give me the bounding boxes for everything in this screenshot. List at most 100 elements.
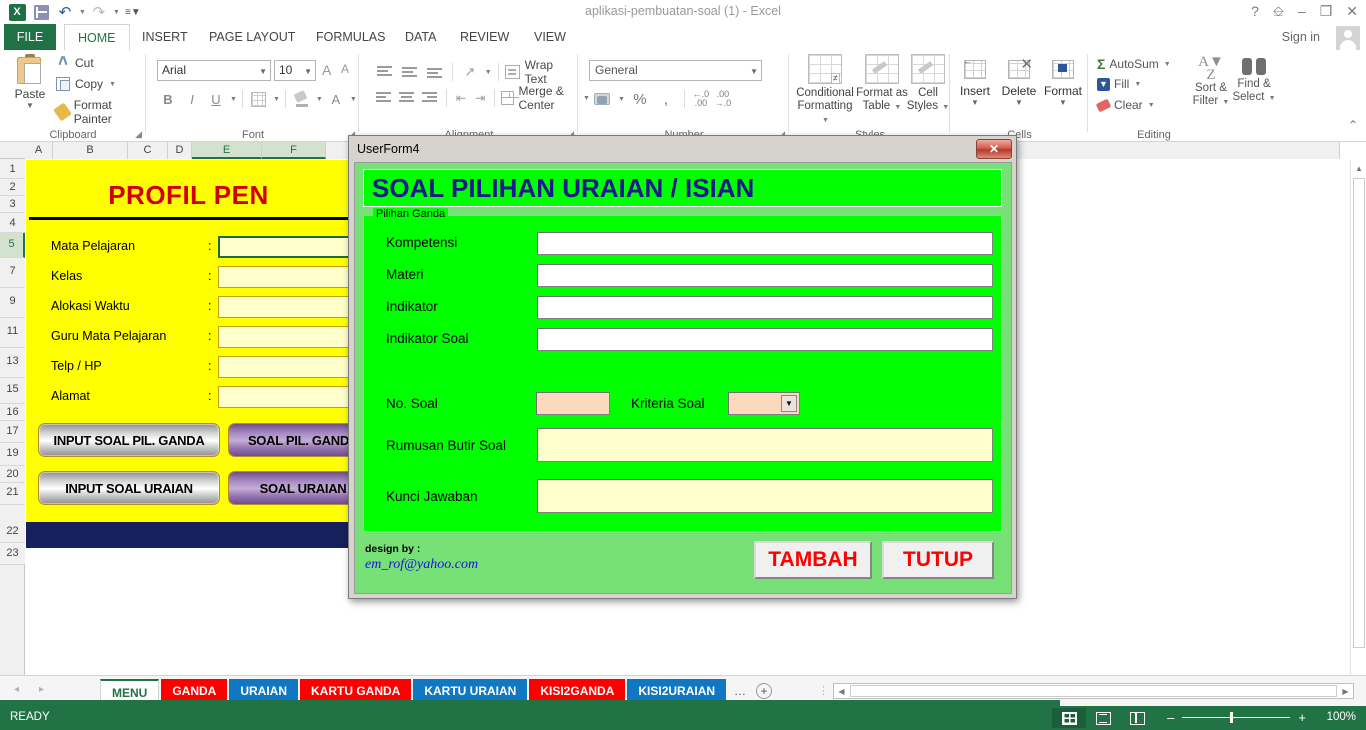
find-select-button[interactable]: Find & Select ▼ [1232,56,1276,105]
format-as-table-button[interactable]: Format as Table ▼ [856,54,908,114]
italic-button[interactable]: I [181,88,203,110]
number-format-select[interactable]: General ▼ [589,60,762,81]
page-break-view-icon[interactable] [1120,708,1154,728]
font-name-dropdown-icon[interactable]: ▼ [259,67,267,76]
number-format-dropdown-icon[interactable]: ▼ [750,67,758,76]
comma-style-button[interactable]: , [655,88,677,110]
increase-decimal-icon[interactable]: ←.0.00 [692,90,710,108]
row-header-16[interactable]: 16 [0,404,25,421]
dialog-close-button[interactable]: ✕ [976,139,1012,159]
chevron-down-icon[interactable]: ▼ [781,395,797,412]
format-painter-button[interactable]: Format Painter [53,98,146,126]
align-top-icon[interactable] [374,61,396,83]
vertical-scroll-thumb[interactable] [1353,178,1365,648]
row-header-22[interactable]: 22 [0,505,25,543]
underline-button[interactable]: U [205,88,227,110]
fill-dropdown-icon[interactable]: ▼ [1134,81,1141,88]
format-dropdown-icon[interactable]: ▼ [1041,98,1085,107]
underline-dropdown-icon[interactable]: ▼ [230,96,237,103]
paste-button[interactable]: Paste ▼ [8,54,52,110]
input-kelas[interactable] [218,266,351,288]
tambah-button[interactable]: TAMBAH [754,541,872,579]
vertical-scrollbar[interactable]: ▲ [1350,160,1366,675]
input-indikator[interactable] [537,296,993,319]
borders-dropdown-icon[interactable]: ▼ [273,96,280,103]
decrease-decimal-icon[interactable]: .00 →.0 [714,90,732,108]
cut-button[interactable]: Cut [56,56,94,70]
scroll-up-icon[interactable]: ▲ [1351,160,1366,176]
row-header-19[interactable]: 19 [0,443,25,466]
add-sheet-icon[interactable]: + [756,683,773,699]
paste-dropdown-icon[interactable]: ▼ [8,101,52,110]
input-kunci-jawaban[interactable] [537,479,993,513]
row-header-5[interactable]: 5 [0,233,25,258]
increase-indent-icon[interactable]: ⇥ [472,87,488,109]
row-header-11[interactable]: 11 [0,318,25,348]
zoom-slider-thumb[interactable] [1230,712,1234,723]
column-header-b[interactable]: B [53,142,128,159]
tab-data[interactable]: DATA [392,24,449,50]
column-header-a[interactable]: A [25,142,53,159]
autosum-dropdown-icon[interactable]: ▼ [1164,61,1171,68]
row-header-15[interactable]: 15 [0,378,25,404]
input-no-soal[interactable] [536,392,610,415]
row-header-7[interactable]: 7 [0,258,25,288]
button-input-soal-pil-ganda[interactable]: INPUT SOAL PIL. GANDA [38,423,220,457]
column-header-f[interactable]: F [262,142,326,159]
row-header-17[interactable]: 17 [0,421,25,443]
prev-sheet-icon[interactable]: ◂ [14,684,19,695]
fill-button[interactable]: ▼ Fill ▼ [1097,77,1141,91]
input-mata-pelajaran[interactable] [218,236,351,258]
tab-insert[interactable]: INSERT [129,24,201,50]
sort-filter-button[interactable]: A▼ Z Sort & Filter ▼ [1191,55,1231,109]
row-header-2[interactable]: 2 [0,179,25,196]
input-materi[interactable] [537,264,993,287]
zoom-out-button[interactable]: – [1167,710,1174,725]
scroll-left-icon[interactable]: ◀ [834,684,849,698]
restore-icon[interactable]: ❐ [1320,2,1333,20]
insert-cells-button[interactable]: ← Insert ▼ [953,56,997,107]
font-name-input[interactable]: Arial ▼ [157,60,271,81]
horizontal-scroll-thumb[interactable] [850,685,1337,697]
align-center-icon[interactable] [397,87,417,109]
shrink-font-icon[interactable]: A [341,62,349,76]
input-alokasi-waktu[interactable] [218,296,351,318]
copy-dropdown-icon[interactable]: ▼ [109,81,116,88]
wrap-text-button[interactable]: Wrap Text [504,58,578,86]
font-color-dropdown-icon[interactable]: ▼ [350,96,357,103]
page-layout-view-icon[interactable] [1086,708,1120,728]
conditional-dropdown-icon[interactable]: ▼ [822,117,829,124]
input-alamat[interactable] [218,386,351,408]
font-color-button[interactable]: A [325,88,347,110]
tab-formulas[interactable]: FORMULAS [303,24,398,50]
scroll-right-icon[interactable]: ▶ [1338,684,1353,698]
insert-dropdown-icon[interactable]: ▼ [953,98,997,107]
row-header-4[interactable]: 4 [0,213,25,233]
format-cells-button[interactable]: Format ▼ [1041,56,1085,107]
delete-cells-button[interactable]: ✕ Delete ▼ [997,56,1041,107]
row-header-9[interactable]: 9 [0,288,25,318]
zoom-slider[interactable] [1182,712,1291,723]
zoom-percentage[interactable]: 100% [1327,711,1356,723]
column-header-c[interactable]: C [128,142,168,159]
decrease-indent-icon[interactable]: ⇤ [453,87,469,109]
align-left-icon[interactable] [374,87,394,109]
avatar[interactable] [1336,26,1360,50]
row-header-20[interactable]: 20 [0,466,25,483]
ribbon-display-options-icon[interactable]: ⎒ [1273,2,1284,20]
autosum-button[interactable]: Σ AutoSum ▼ [1097,56,1171,72]
grow-font-icon[interactable]: A [322,62,331,78]
align-middle-icon[interactable] [399,61,421,83]
next-sheet-icon[interactable]: ▸ [39,684,44,695]
accounting-dropdown-icon[interactable]: ▼ [618,96,625,103]
zoom-in-button[interactable]: + [1298,710,1306,725]
sign-in-link[interactable]: Sign in [1282,24,1320,50]
fill-color-button[interactable] [291,88,313,110]
row-header-13[interactable]: 13 [0,348,25,378]
input-guru-mata-pelajaran[interactable] [218,326,351,348]
tab-file[interactable]: FILE [4,24,56,50]
sort-filter-dropdown-icon[interactable]: ▼ [1222,99,1229,106]
tab-page-layout[interactable]: PAGE LAYOUT [196,24,308,50]
input-kompetensi[interactable] [537,232,993,255]
tab-split-handle[interactable]: ⋮ [818,684,830,697]
